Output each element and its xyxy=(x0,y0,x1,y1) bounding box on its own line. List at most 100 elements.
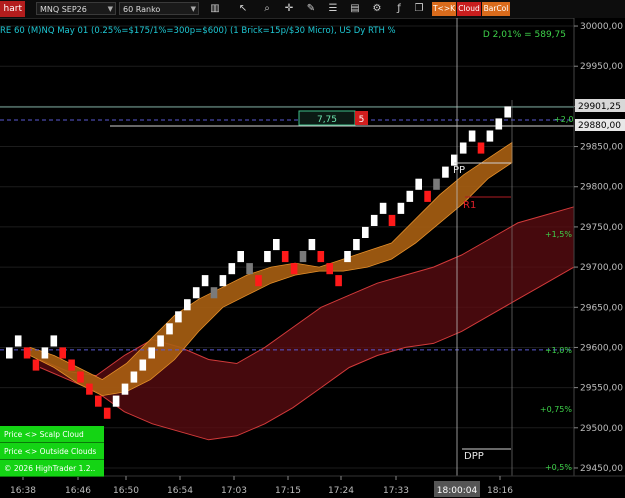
up-brick xyxy=(228,263,236,275)
x-tick-label: 18:16 xyxy=(487,486,513,496)
up-brick xyxy=(130,371,138,383)
up-brick xyxy=(344,251,351,263)
up-brick xyxy=(112,395,120,407)
pct-tick-label: +0,75% xyxy=(540,405,573,414)
x-tick-label: 16:50 xyxy=(113,486,139,496)
down-brick xyxy=(326,263,333,275)
up-brick xyxy=(264,251,271,263)
down-brick xyxy=(59,347,66,359)
up-brick xyxy=(219,275,227,287)
up-brick xyxy=(495,118,503,130)
up-brick xyxy=(504,106,511,118)
up-brick xyxy=(273,239,280,251)
y-tick-label: 29950,00 xyxy=(580,62,623,72)
x-tick-label: 17:15 xyxy=(275,486,301,496)
down-brick xyxy=(335,275,342,287)
up-brick xyxy=(192,287,200,299)
indicator-header: RE 60 (M)NQ May 01 (0.25%=$175/1%=300p=$… xyxy=(0,26,396,36)
down-brick xyxy=(86,383,93,395)
legend-item-scalp: Price <> Scalp Cloud xyxy=(0,426,104,443)
down-brick xyxy=(281,251,289,263)
down-brick xyxy=(23,347,31,359)
x-tick-label: 16:38 xyxy=(10,486,36,496)
up-brick xyxy=(14,335,22,347)
up-brick xyxy=(157,335,164,347)
up-brick xyxy=(184,299,191,311)
up-brick xyxy=(362,226,369,238)
up-brick xyxy=(6,347,13,359)
y-tick-label: 29450,00 xyxy=(580,464,623,474)
down-brick xyxy=(32,359,40,371)
y-tick-label: 29550,00 xyxy=(580,384,623,394)
chart-trader-order[interactable]: 7,75 5 xyxy=(298,110,368,126)
up-brick xyxy=(379,202,387,214)
up-brick xyxy=(175,311,182,323)
price-chart[interactable]: 30000,0029950,0029900,0029850,0029800,00… xyxy=(0,0,625,498)
order-quantity: 7,75 xyxy=(317,115,337,125)
r1-level-label: R1 xyxy=(463,200,476,211)
y-tick-label: 30000,00 xyxy=(580,22,623,32)
pp-level-label: PP xyxy=(453,165,465,176)
up-brick xyxy=(397,202,405,214)
y-tick-label: 29600,00 xyxy=(580,343,623,353)
pct-tick-label: +0,5% xyxy=(545,463,572,472)
up-brick xyxy=(201,275,209,287)
signal-legend: Price <> Scalp Cloud Price <> Outside Cl… xyxy=(0,426,104,477)
legend-item-copyright: © 2026 HighTrader 1.2.. xyxy=(0,460,104,477)
up-brick xyxy=(299,251,307,263)
up-brick xyxy=(166,323,173,335)
up-brick xyxy=(442,166,449,178)
order-close-label: 5 xyxy=(359,115,365,125)
daily-change: D 2,01% = 589,75 xyxy=(483,30,566,40)
up-brick xyxy=(353,239,360,251)
x-tick-label: 17:03 xyxy=(221,486,247,496)
x-tick-label: 17:33 xyxy=(383,486,409,496)
pct-tick-label: +1,0% xyxy=(545,346,572,355)
pct-tick-label: +1,5% xyxy=(545,230,572,239)
down-brick xyxy=(255,275,262,287)
level-b-label: 29880,00 xyxy=(578,121,621,131)
up-brick xyxy=(41,347,49,359)
x-tick-label: 17:24 xyxy=(328,486,354,496)
x-tick-label: 16:54 xyxy=(167,486,193,496)
down-brick xyxy=(210,287,218,299)
y-tick-label: 29650,00 xyxy=(580,303,623,313)
down-brick xyxy=(103,407,111,419)
y-tick-label: 29700,00 xyxy=(580,263,623,273)
y-tick-label: 29850,00 xyxy=(580,143,623,153)
up-brick xyxy=(486,130,494,142)
down-brick xyxy=(388,214,396,226)
crosshair-time-label: 18:00:04 xyxy=(437,486,478,496)
ichimoku-red-cloud xyxy=(39,206,575,441)
down-brick xyxy=(477,142,485,154)
up-brick xyxy=(415,178,422,190)
down-brick xyxy=(290,263,298,275)
up-brick xyxy=(50,335,58,347)
time-axis[interactable]: 16:38 16:46 16:50 16:54 17:03 17:15 17:24 17:33… xyxy=(0,475,625,497)
red-cloud-area xyxy=(40,206,574,440)
up-brick xyxy=(308,239,316,251)
dpp-level-label: DPP xyxy=(464,451,484,462)
down-brick xyxy=(246,263,253,275)
down-brick xyxy=(317,251,325,263)
up-brick xyxy=(148,347,155,359)
pct-top-label: +2,0 xyxy=(554,115,573,124)
up-brick xyxy=(406,190,414,202)
down-brick xyxy=(77,371,84,383)
last-price-label: 29901,25 xyxy=(578,102,621,112)
up-brick xyxy=(370,214,378,226)
up-brick xyxy=(237,251,244,263)
y-tick-label: 29800,00 xyxy=(580,183,623,193)
up-brick xyxy=(468,130,476,142)
up-brick xyxy=(459,142,467,154)
down-brick xyxy=(68,359,75,371)
down-brick xyxy=(424,190,431,202)
up-brick xyxy=(433,178,440,190)
up-brick xyxy=(139,359,147,371)
y-tick-label: 29500,00 xyxy=(580,424,623,434)
price-axis-bg xyxy=(574,18,625,476)
chart-window: hart MNQ SEP26 ▼ 60 Ranko ▼ ▥ ↖ ⌕ ✛ ✎ ☰ … xyxy=(0,0,625,498)
up-brick xyxy=(121,383,129,395)
y-tick-label: 29750,00 xyxy=(580,223,623,233)
down-brick xyxy=(95,395,102,407)
